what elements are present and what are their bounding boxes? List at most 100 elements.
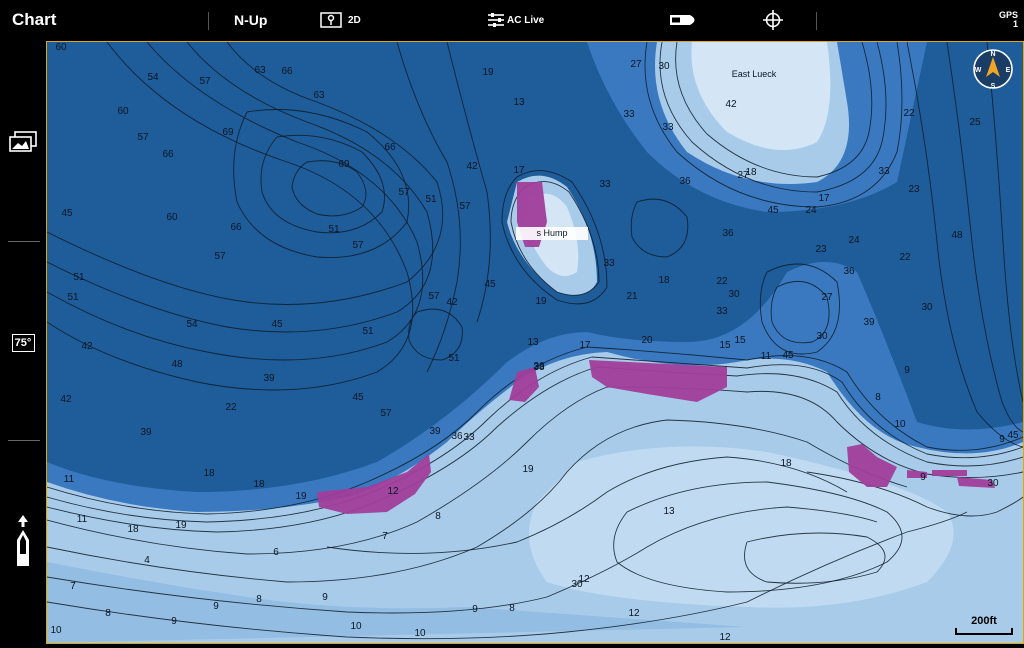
depth-label: 30: [921, 302, 933, 313]
depth-label: 8: [105, 608, 111, 619]
scale-bar-line: [955, 628, 1013, 635]
depth-label: 45: [271, 319, 283, 330]
depth-label: 57: [214, 251, 226, 262]
vessel-view-button[interactable]: [668, 0, 700, 40]
depth-label: 23: [815, 244, 827, 255]
depth-label: 30: [987, 478, 999, 489]
ac-live-button[interactable]: AC Live: [487, 0, 544, 40]
sidebar-divider: [8, 440, 40, 441]
gps-value: 1: [1013, 19, 1019, 29]
contour-map: 6054 5763 66605766696366695751605766 515745…: [47, 42, 1023, 643]
depth-label: 19: [295, 491, 307, 502]
depth-label: 51: [73, 272, 85, 283]
depth-label: 8: [509, 603, 515, 614]
depth-label: 69: [222, 127, 234, 138]
gps-status[interactable]: GPS 1: [999, 0, 1018, 40]
views-icon: [9, 131, 37, 152]
depth-label: 24: [848, 235, 860, 246]
sidebar-divider: [8, 241, 40, 242]
depth-label: 27: [630, 59, 642, 70]
depth-label: 57: [380, 408, 392, 419]
depth-label: 45: [352, 392, 364, 403]
water-temp: 75°: [11, 334, 35, 352]
orientation-button[interactable]: N-Up: [234, 0, 267, 40]
depth-label: 18: [745, 167, 757, 178]
depth-label: 25: [969, 117, 981, 128]
depth-label: 39: [429, 426, 441, 437]
depth-label: 60: [166, 212, 178, 223]
depth-label: 10: [350, 621, 362, 632]
depth-label: 19: [482, 67, 494, 78]
depth-label: 33: [463, 432, 475, 443]
depth-label: 20: [641, 335, 653, 346]
depth-label: 19: [175, 520, 187, 531]
depth-label: 33: [603, 258, 615, 269]
depth-label: 13: [513, 97, 525, 108]
scale-bar: 200ft: [955, 615, 1013, 635]
depth-label: 24: [805, 205, 817, 216]
depth-label: 33: [662, 122, 674, 133]
place-label: s Hump: [536, 228, 567, 238]
water-temp-button[interactable]: 75°: [10, 332, 36, 354]
depth-label: 19: [535, 296, 547, 307]
depth-label: 63: [313, 90, 325, 101]
app-title: Chart: [12, 10, 57, 29]
depth-label: 51: [328, 224, 340, 235]
compass-icon[interactable]: N E S W: [973, 47, 1013, 91]
depth-label: 42: [60, 394, 72, 405]
ac-live-label: AC Live: [507, 14, 545, 26]
depth-label: 18: [780, 458, 792, 469]
depth-label: 42: [81, 341, 93, 352]
depth-label: 66: [281, 66, 293, 77]
depth-label: 15: [734, 335, 746, 346]
compass-south-label: S: [991, 83, 996, 90]
depth-label: 10: [50, 625, 62, 636]
view-mode-button[interactable]: 2D: [320, 0, 361, 40]
chart-map[interactable]: 60 54 57 63 66 60 57 66 69 63 66 69 57 51 60 57 66 51 57 45…: [46, 41, 1024, 644]
depth-label: 9: [322, 592, 328, 603]
depth-label: 30: [816, 331, 828, 342]
depth-label: 54: [147, 72, 159, 83]
depth-label: 66: [162, 149, 174, 160]
depth-label: 33: [716, 306, 728, 317]
depth-label: 36: [722, 228, 734, 239]
depth-label: 45: [1007, 430, 1019, 441]
topbar-divider: [816, 12, 817, 30]
depth-label: 69: [338, 159, 350, 170]
depth-label: 42: [446, 297, 458, 308]
depth-label: 48: [951, 230, 963, 241]
depth-label: 9: [999, 434, 1005, 445]
depth-label: 9: [171, 616, 177, 627]
depth-label: 18: [658, 275, 670, 286]
depth-label: 7: [70, 581, 76, 592]
depth-label: 23: [908, 184, 920, 195]
depth-label: 66: [230, 222, 242, 233]
compass-north-label: N: [990, 51, 995, 58]
depth-label: 9: [213, 601, 219, 612]
depth-label: 18: [127, 524, 139, 535]
views-button[interactable]: [7, 130, 39, 154]
depth-label: 19: [522, 464, 534, 475]
depth-label: 57: [398, 187, 410, 198]
depth-label: 30: [658, 61, 670, 72]
depth-label: 33: [878, 166, 890, 177]
sidebar: 75°: [0, 40, 45, 648]
depth-label: 10: [894, 419, 906, 430]
depth-label: 39: [863, 317, 875, 328]
depth-label: 12: [719, 632, 731, 643]
position-button[interactable]: [763, 0, 783, 40]
depth-label: 57: [352, 240, 364, 251]
depth-label: 17: [579, 340, 591, 351]
depth-label: 51: [67, 292, 79, 303]
vessel-button[interactable]: [12, 514, 34, 570]
compass-east-label: E: [1006, 67, 1011, 74]
depth-label: 48: [171, 359, 183, 370]
depth-label: 51: [362, 326, 374, 337]
depth-label: 6: [273, 547, 279, 558]
depth-label: 33: [533, 362, 545, 373]
depth-label: 30: [728, 289, 740, 300]
depth-label: 57: [199, 76, 211, 87]
depth-label: 22: [903, 108, 915, 119]
depth-label: 45: [484, 279, 496, 290]
vessel-icon: [17, 515, 29, 566]
